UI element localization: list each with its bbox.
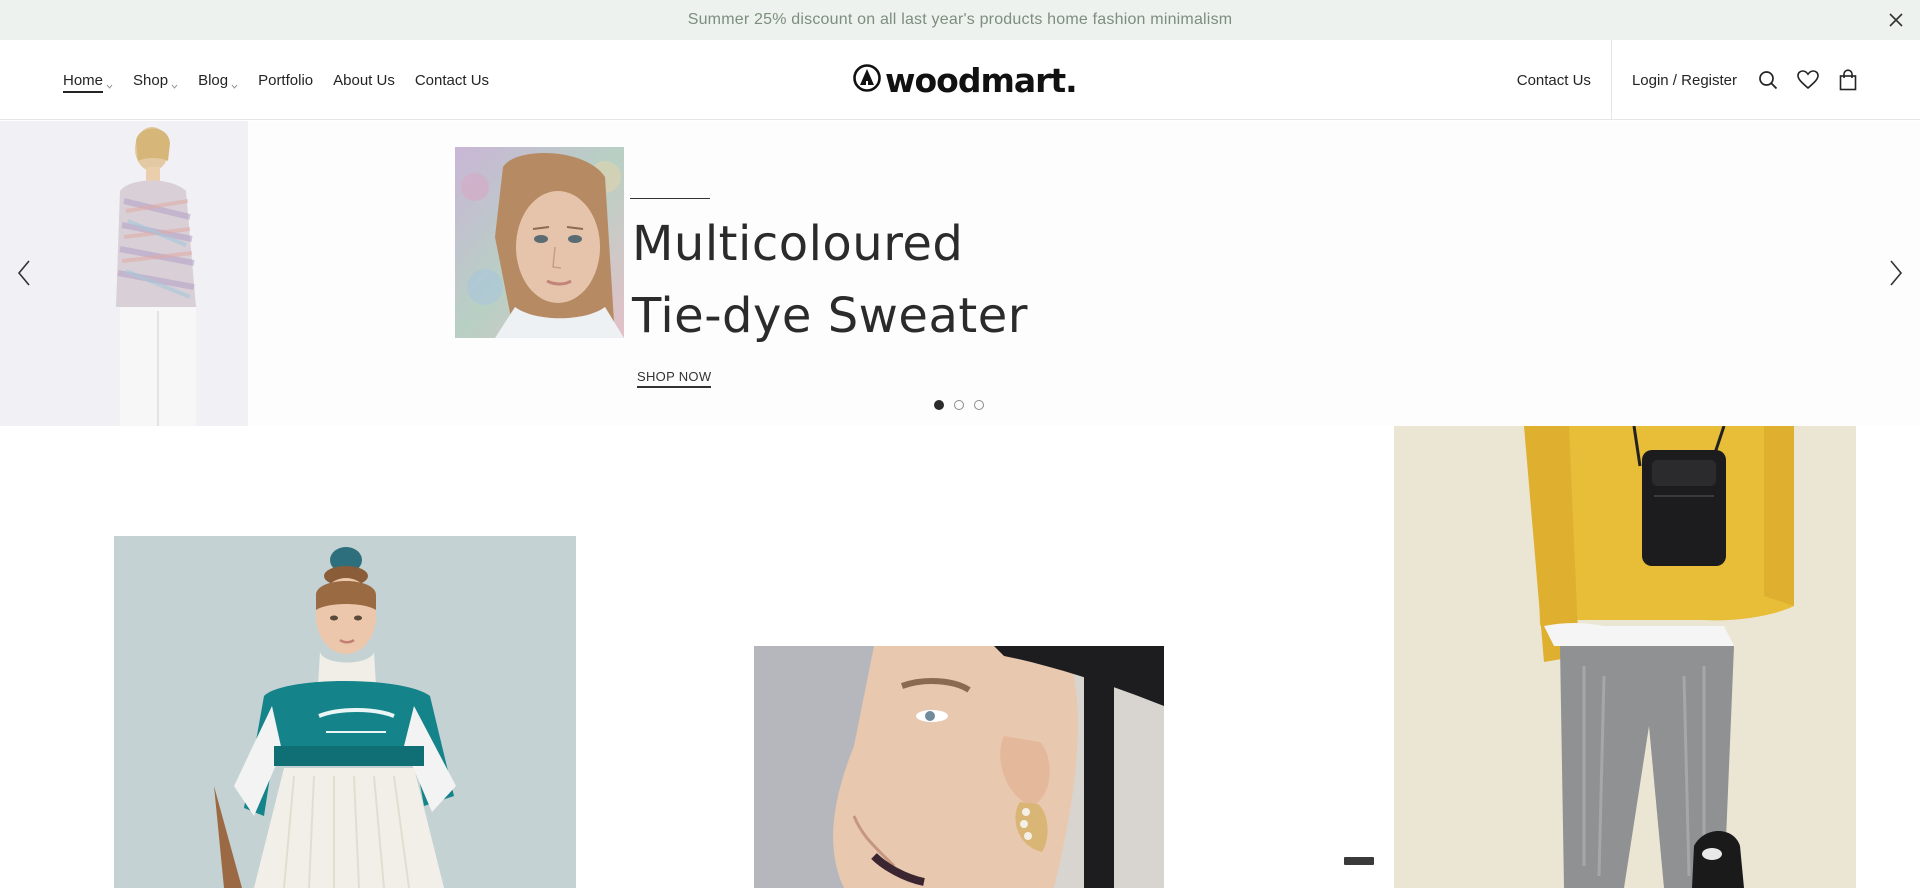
hero-decoration-line xyxy=(630,198,710,199)
site-logo[interactable]: woodmart. xyxy=(852,60,1078,100)
chevron-right-icon[interactable] xyxy=(1884,258,1908,288)
slider-dot-2[interactable] xyxy=(954,400,964,410)
nav-item-portfolio[interactable]: Portfolio xyxy=(258,65,313,95)
chevron-down-icon xyxy=(171,77,178,89)
hero-title-line1: Multicoloured xyxy=(632,216,964,272)
product-banner-yellow-sweatshirt[interactable] xyxy=(1394,426,1856,888)
heart-icon[interactable] xyxy=(1797,69,1819,91)
nav-item-label: Contact Us xyxy=(414,71,490,89)
hero-slider: Multicoloured Tie-dye Sweater SHOP NOW xyxy=(0,121,1920,426)
bag-icon[interactable] xyxy=(1837,69,1859,91)
nav-item-label: Shop xyxy=(133,71,169,89)
login-register-link[interactable]: Login / Register xyxy=(1612,72,1757,89)
close-icon[interactable] xyxy=(1886,10,1906,30)
main-nav: Home Shop Blog Portfolio About Us Contac… xyxy=(63,40,509,120)
nav-item-label: About Us xyxy=(333,71,395,89)
shop-now-button[interactable]: SHOP NOW xyxy=(637,369,712,388)
nav-item-about-us[interactable]: About Us xyxy=(333,65,395,95)
logo-mark-icon xyxy=(852,63,882,98)
product-banner-earring-model[interactable] xyxy=(754,646,1164,888)
promo-text: Summer 25% discount on all last year's p… xyxy=(687,11,1233,28)
search-icon[interactable] xyxy=(1757,69,1779,91)
slider-dot-3[interactable] xyxy=(974,400,984,410)
header-actions: Contact Us Login / Register xyxy=(1517,40,1920,120)
site-header: Home Shop Blog Portfolio About Us Contac… xyxy=(0,40,1920,120)
nav-item-label: Portfolio xyxy=(258,71,314,89)
nav-item-label: Blog xyxy=(198,71,229,89)
chevron-left-icon[interactable] xyxy=(12,258,36,288)
hero-portrait-image xyxy=(455,147,624,338)
hero-side-image xyxy=(0,121,248,426)
nav-item-blog[interactable]: Blog xyxy=(198,65,238,95)
nav-item-contact-us[interactable]: Contact Us xyxy=(415,65,489,95)
chevron-down-icon xyxy=(106,77,113,89)
nav-item-shop[interactable]: Shop xyxy=(133,65,178,95)
header-contact-link[interactable]: Contact Us xyxy=(1517,72,1611,89)
nav-item-label: Home xyxy=(63,72,104,93)
chevron-down-icon xyxy=(231,77,238,89)
logo-text: woodmart. xyxy=(885,60,1078,100)
slider-dot-1[interactable] xyxy=(934,400,944,410)
hero-title-line2: Tie-dye Sweater xyxy=(632,288,1028,344)
nav-item-home[interactable]: Home xyxy=(63,65,113,95)
scroll-handle[interactable] xyxy=(1344,857,1374,865)
promo-bar: Summer 25% discount on all last year's p… xyxy=(0,0,1920,40)
product-banner-teal-sweatshirt[interactable] xyxy=(114,536,576,888)
slider-pagination xyxy=(934,400,994,410)
